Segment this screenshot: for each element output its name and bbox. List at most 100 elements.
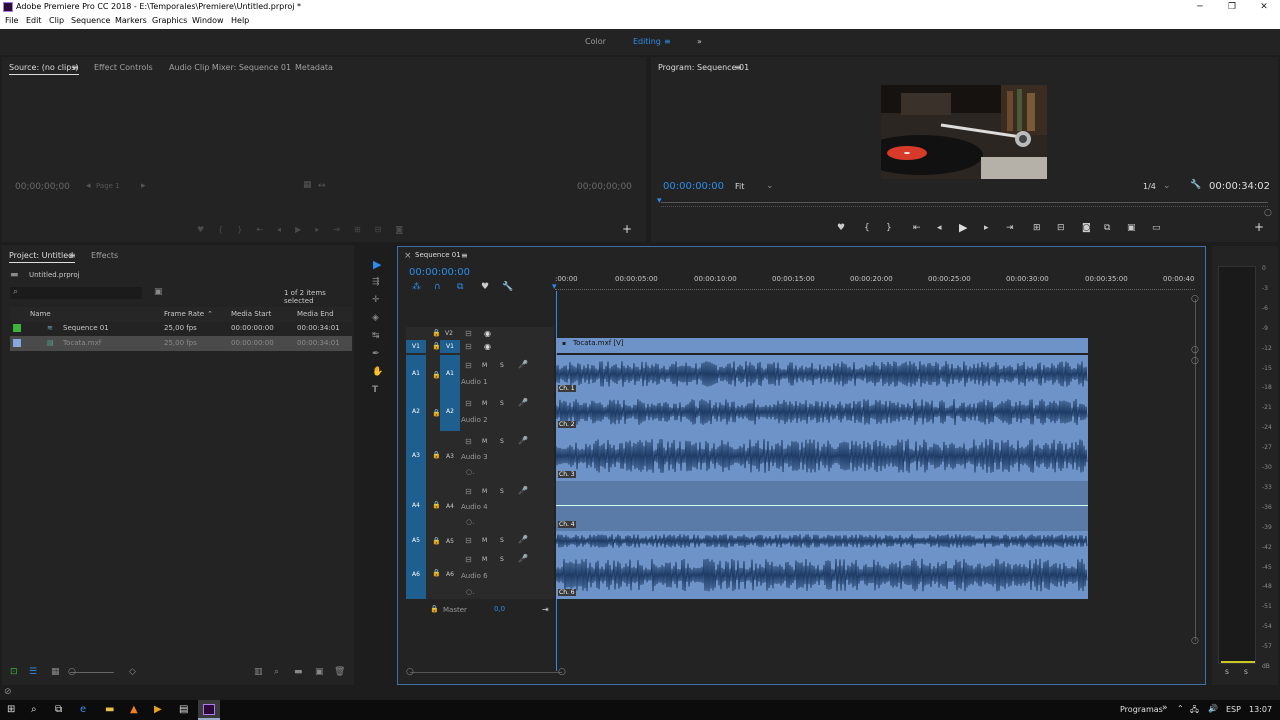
notepad-icon[interactable]: ▤ bbox=[179, 704, 191, 716]
menu-graphics[interactable]: Graphics bbox=[152, 16, 187, 25]
table-row[interactable]: ≋ Sequence 01 25,00 fps 00:00:00:00 00:0… bbox=[10, 321, 352, 336]
go-to-out-icon[interactable]: ⇥ bbox=[1006, 224, 1014, 233]
tab-effect-controls[interactable]: Effect Controls bbox=[94, 63, 153, 72]
extract-icon[interactable]: ⊟ bbox=[1057, 224, 1065, 233]
microphone-icon[interactable]: 🎤 bbox=[518, 486, 528, 495]
slip-tool-icon[interactable]: ↹ bbox=[372, 332, 380, 341]
master-volume[interactable]: 0,0 bbox=[494, 605, 505, 613]
task-view-icon[interactable]: ⧉ bbox=[55, 704, 67, 716]
mute-button[interactable]: M bbox=[482, 362, 487, 369]
audio-clip-a6[interactable]: Ch. 6 bbox=[556, 551, 1088, 599]
target-label-a4[interactable]: A4 bbox=[446, 503, 454, 510]
microphone-icon[interactable]: 🎤 bbox=[518, 398, 528, 407]
input-language[interactable]: ESP bbox=[1226, 705, 1241, 714]
solo-button[interactable]: S bbox=[500, 537, 504, 544]
sync-lock-icon[interactable]: ⊟ bbox=[465, 536, 472, 545]
add-button-icon[interactable]: + bbox=[1254, 221, 1264, 233]
go-to-end-icon[interactable]: ⇥ bbox=[542, 605, 549, 614]
mute-button[interactable]: M bbox=[482, 488, 487, 495]
trash-icon[interactable]: 🗑 bbox=[334, 668, 345, 677]
source-patch-a4[interactable]: A4 bbox=[406, 481, 426, 531]
add-marker-icon[interactable]: ♥ bbox=[837, 224, 845, 233]
scroll-handle-right-icon[interactable]: ○ bbox=[558, 668, 566, 677]
page-select[interactable]: Page 1 bbox=[96, 182, 120, 190]
ripple-edit-tool-icon[interactable]: ✛ bbox=[372, 296, 380, 305]
premiere-taskbar-button[interactable] bbox=[198, 700, 220, 720]
eye-icon[interactable]: ◉ bbox=[484, 342, 491, 351]
solo-button[interactable]: S bbox=[500, 438, 504, 445]
audio-clip-a1[interactable]: Ch. 1 bbox=[556, 355, 1088, 393]
lock-icon[interactable]: 🔒 bbox=[432, 451, 441, 460]
column-media-start[interactable]: Media Start bbox=[231, 310, 271, 318]
menu-edit[interactable]: Edit bbox=[26, 16, 42, 25]
tab-metadata[interactable]: Metadata bbox=[295, 63, 333, 72]
linked-selection-icon[interactable]: ⧉ bbox=[457, 283, 463, 292]
audio-clip-a2[interactable]: Ch. 2 bbox=[556, 393, 1088, 431]
comparison-view-icon[interactable]: ⧉ bbox=[1104, 224, 1110, 233]
source-patch-a5[interactable]: A5 bbox=[406, 531, 426, 551]
sync-lock-icon[interactable]: ⊟ bbox=[465, 437, 472, 446]
find-icon[interactable]: ⌕ bbox=[274, 668, 279, 677]
volume-icon[interactable]: 🔊 bbox=[1208, 704, 1218, 713]
workspace-menu-icon[interactable]: ≡ bbox=[664, 37, 671, 46]
file-explorer-icon[interactable]: ▬ bbox=[105, 704, 117, 716]
panel-menu-icon[interactable]: ≡ bbox=[72, 63, 79, 72]
add-marker-icon[interactable]: ♥ bbox=[481, 283, 489, 292]
type-tool-icon[interactable]: T bbox=[372, 386, 378, 395]
lock-icon[interactable]: 🔒 bbox=[430, 605, 439, 614]
wrench-icon[interactable]: 🔧 bbox=[1190, 181, 1201, 190]
microphone-icon[interactable]: 🎤 bbox=[518, 535, 528, 544]
lock-icon[interactable]: 🔒 bbox=[432, 329, 441, 338]
sync-lock-icon[interactable]: ⊟ bbox=[465, 342, 472, 351]
eye-icon[interactable]: ◉ bbox=[484, 329, 491, 338]
volume-knob-icon[interactable]: ○. bbox=[466, 518, 474, 527]
solo-button[interactable]: S bbox=[500, 362, 504, 369]
tab-effects[interactable]: Effects bbox=[91, 251, 118, 260]
timeline-settings-icon[interactable]: 🔧 bbox=[502, 283, 513, 292]
windows-start-icon[interactable]: ⊞ bbox=[7, 704, 19, 716]
slider-handle-icon[interactable]: ○ bbox=[68, 668, 76, 677]
close-tab-icon[interactable]: × bbox=[404, 252, 412, 261]
target-label-a3[interactable]: A3 bbox=[446, 453, 454, 460]
source-patch-a1[interactable]: A1 bbox=[406, 355, 426, 393]
list-view-icon[interactable]: ☰ bbox=[29, 668, 37, 677]
step-back-icon[interactable]: ◂ bbox=[937, 224, 942, 233]
workspace-color[interactable]: Color bbox=[585, 37, 606, 46]
clock[interactable]: 13:07 bbox=[1249, 705, 1272, 714]
new-bin-icon[interactable]: ▣ bbox=[154, 288, 163, 297]
lock-icon[interactable]: 🔒 bbox=[432, 501, 441, 510]
solo-left-button[interactable]: S bbox=[1225, 669, 1229, 676]
column-frame-rate[interactable]: Frame Rate bbox=[164, 310, 204, 318]
source-patch-a6[interactable]: A6 bbox=[406, 551, 426, 599]
close-button[interactable]: ✕ bbox=[1254, 0, 1274, 15]
menu-sequence[interactable]: Sequence bbox=[71, 16, 110, 25]
pen-tool-icon[interactable]: ✒ bbox=[372, 350, 380, 359]
solo-button[interactable]: S bbox=[500, 400, 504, 407]
target-label-a5[interactable]: A5 bbox=[446, 538, 454, 545]
volume-knob-icon[interactable]: ○. bbox=[466, 468, 474, 477]
quality-dropdown[interactable]: 1/4 bbox=[1143, 182, 1156, 191]
tab-project[interactable]: Project: Untitled bbox=[9, 251, 73, 260]
solo-button[interactable]: S bbox=[500, 488, 504, 495]
lock-icon[interactable]: 🔒 bbox=[432, 569, 441, 578]
sort-icons-icon[interactable]: ◇ bbox=[129, 668, 136, 677]
microphone-icon[interactable]: 🎤 bbox=[518, 554, 528, 563]
solo-right-button[interactable]: S bbox=[1244, 669, 1248, 676]
zoom-handle-icon[interactable]: ○ bbox=[1264, 209, 1272, 218]
sync-lock-icon[interactable]: ⊟ bbox=[465, 399, 472, 408]
nest-toggle-icon[interactable]: ⁂ bbox=[412, 283, 421, 292]
menu-window[interactable]: Window bbox=[192, 16, 224, 25]
tab-sequence[interactable]: Sequence 01 bbox=[415, 251, 461, 259]
microphone-icon[interactable]: 🎤 bbox=[518, 360, 528, 369]
column-name[interactable]: Name bbox=[30, 310, 51, 318]
panel-menu-icon[interactable]: ≡ bbox=[69, 251, 76, 260]
timeline-timecode[interactable]: 00:00:00:00 bbox=[409, 267, 470, 278]
lock-icon[interactable]: 🔒 bbox=[432, 537, 441, 546]
add-button-icon[interactable]: + bbox=[622, 223, 632, 235]
fit-dropdown[interactable]: Fit bbox=[735, 182, 744, 191]
track-select-tool-icon[interactable]: ⇶ bbox=[372, 278, 380, 287]
playhead-icon[interactable]: ▾ bbox=[657, 197, 662, 206]
chevron-right-icon[interactable]: » bbox=[1162, 703, 1168, 713]
program-scrubber[interactable] bbox=[661, 202, 1268, 203]
razor-tool-icon[interactable]: ◈ bbox=[372, 314, 379, 323]
